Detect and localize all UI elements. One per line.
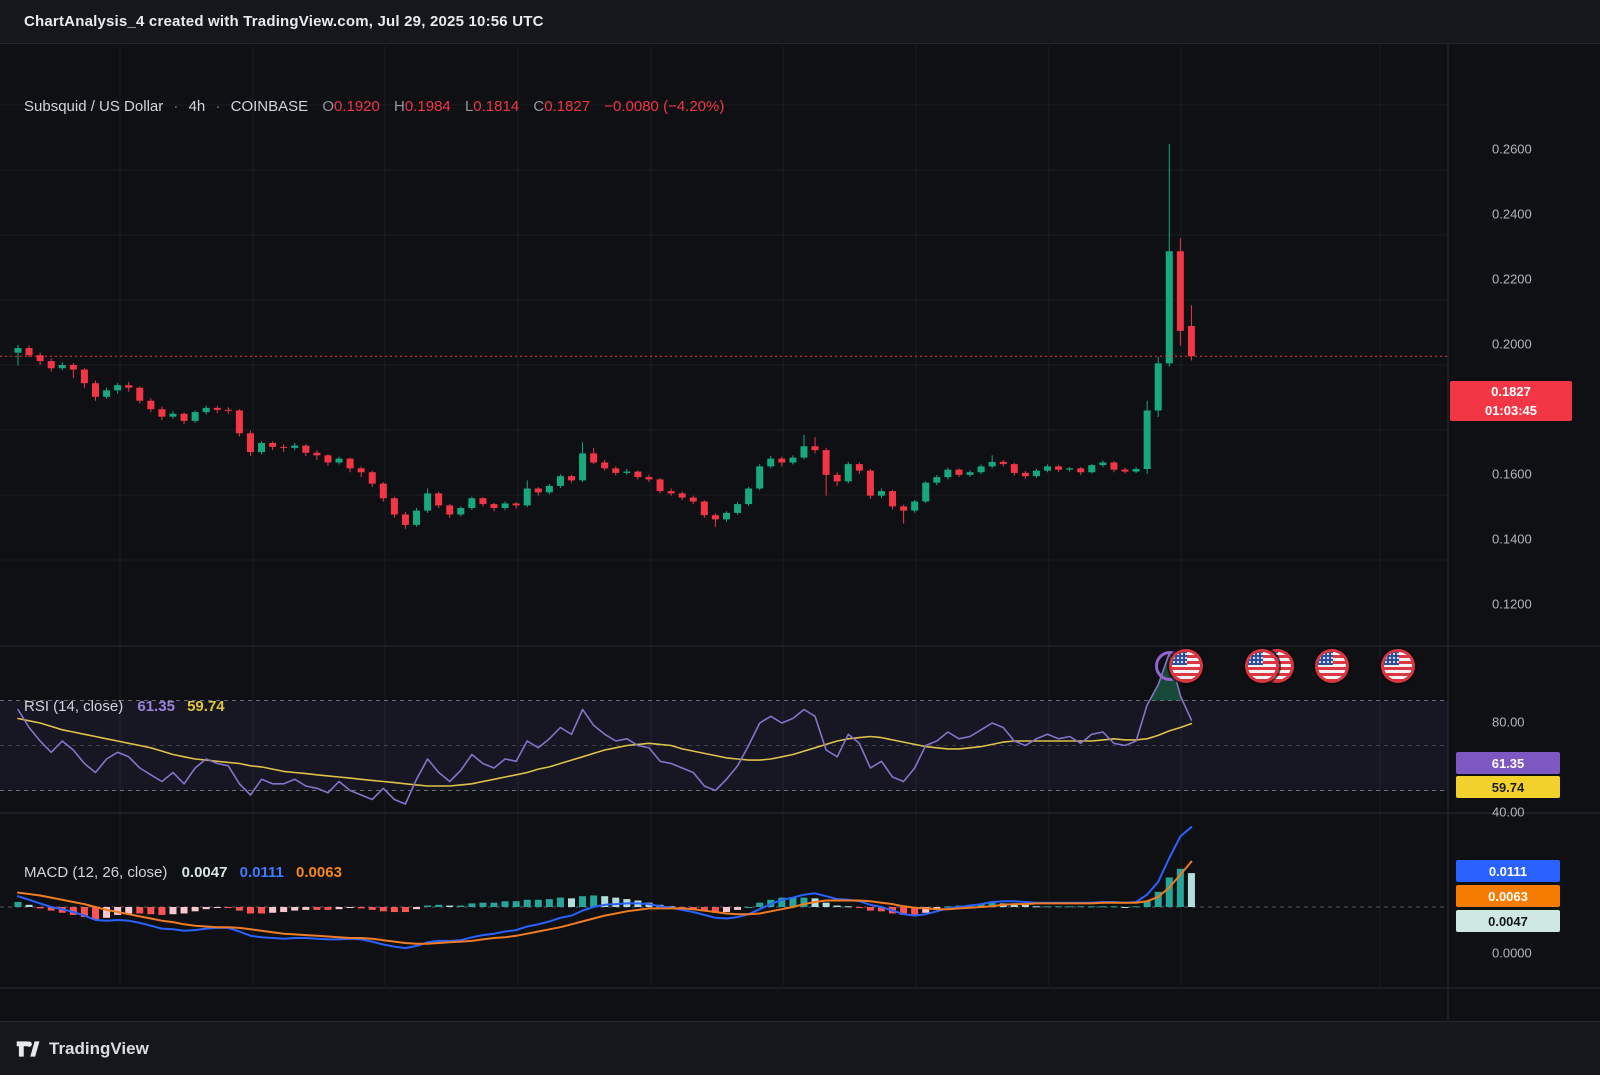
rsi-value-badge: 59.74 <box>1456 776 1560 798</box>
symbol-name: Subsquid / US Dollar <box>24 98 163 115</box>
tradingview-brand[interactable]: TradingView <box>49 1039 149 1059</box>
price-tick: 0.1200 <box>1492 597 1532 612</box>
tradingview-logo-icon[interactable] <box>14 1036 40 1062</box>
chart-canvas[interactable]: Subsquid / US Dollar · 4h · COINBASE O0.… <box>0 44 1600 1021</box>
macd-line-value: 0.0111 <box>240 864 284 881</box>
last-price-value: 0.1827 <box>1450 383 1572 402</box>
separator: · <box>215 98 220 115</box>
high-value: 0.1984 <box>405 98 451 115</box>
price-tick: 0.2600 <box>1492 142 1532 157</box>
rsi-name: RSI (14, close) <box>24 698 123 715</box>
us-flag-event-icon[interactable] <box>1245 649 1279 683</box>
rsi-tick: 40.00 <box>1492 805 1525 820</box>
last-price-label: 0.1827 01:03:45 <box>1450 381 1572 421</box>
footer-bar: TradingView <box>0 1021 1600 1075</box>
symbol-legend[interactable]: Subsquid / US Dollar · 4h · COINBASE O0.… <box>24 98 724 115</box>
open-value: 0.1920 <box>334 98 380 115</box>
low-value: 0.1814 <box>473 98 519 115</box>
rsi-value: 61.35 <box>137 698 175 715</box>
price-tick: 0.1400 <box>1492 532 1532 547</box>
open-label: O <box>322 98 334 115</box>
tradingview-chart-window: ChartAnalysis_4 created with TradingView… <box>0 0 1600 1075</box>
rsi-value-badge: 61.35 <box>1456 752 1560 774</box>
macd-hist-value: 0.0047 <box>182 864 228 881</box>
macd-value-badge: 0.0063 <box>1456 885 1560 907</box>
close-label: C <box>533 98 544 115</box>
rsi-ma-value: 59.74 <box>187 698 225 715</box>
separator: · <box>173 98 178 115</box>
us-flag-event-icon[interactable] <box>1169 649 1203 683</box>
us-flag-event-icon[interactable] <box>1315 649 1349 683</box>
macd-tick: 0.0000 <box>1492 946 1532 961</box>
bar-countdown: 01:03:45 <box>1450 402 1572 421</box>
rsi-tick: 80.00 <box>1492 715 1525 730</box>
macd-signal-value: 0.0063 <box>296 864 342 881</box>
change-value: −0.0080 (−4.20%) <box>604 98 724 115</box>
interval-label: 4h <box>189 98 206 115</box>
macd-name: MACD (12, 26, close) <box>24 864 167 881</box>
price-tick: 0.2000 <box>1492 337 1532 352</box>
rsi-legend[interactable]: RSI (14, close) 61.35 59.74 <box>24 698 225 715</box>
high-label: H <box>394 98 405 115</box>
price-tick: 0.2200 <box>1492 272 1532 287</box>
macd-value-badge: 0.0047 <box>1456 910 1560 932</box>
close-value: 0.1827 <box>544 98 590 115</box>
price-tick: 0.2400 <box>1492 207 1532 222</box>
chart-header: ChartAnalysis_4 created with TradingView… <box>0 0 1600 44</box>
macd-legend[interactable]: MACD (12, 26, close) 0.0047 0.0111 0.006… <box>24 864 342 881</box>
price-tick: 0.1600 <box>1492 467 1532 482</box>
exchange-label: COINBASE <box>231 98 309 115</box>
page-title: ChartAnalysis_4 created with TradingView… <box>24 13 544 30</box>
us-flag-event-icon[interactable] <box>1381 649 1415 683</box>
macd-value-badge: 0.0111 <box>1456 860 1560 882</box>
